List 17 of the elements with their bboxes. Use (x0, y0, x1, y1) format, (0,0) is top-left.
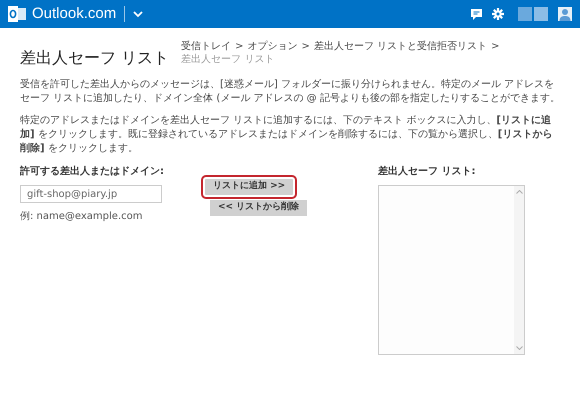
breadcrumb-separator: > (301, 40, 310, 53)
sender-input-field[interactable]: gift-shop@piary.jp (20, 185, 162, 203)
example-text: 例: name@example.com (20, 210, 144, 224)
breadcrumb-link[interactable]: 差出人セーフ リストと受信拒否リスト (314, 40, 488, 53)
description-text: 特定のアドレスまたはドメインを差出人セーフ リストに追加するには、下のテキスト ボックスに入力し、[リストに追加] をクリックします。既に登録されているアドレスまたはドメインを削除するには、下の覧から選択し、[リストから削除] をクリックします。 (20, 114, 554, 156)
list-button[interactable]: << リストから削除 (210, 200, 308, 216)
breadcrumb-link[interactable]: 受信トレイ (181, 40, 232, 53)
description-text: 受信を許可した差出人からのメッセージは、[迷惑メール] フォルダーに振り分けられません。特定のメール アドレスをセーフ リストに追加したり、ドメイン全体 (メール アドレスの @ 記号よりも後の部を指定したりすることができます。 (20, 78, 560, 106)
breadcrumb-separator: > (235, 40, 244, 53)
page-title: 差出人セーフ リスト (20, 50, 170, 66)
list-button[interactable]: リストに追加 >> (205, 179, 294, 195)
field-label: 差出人セーフ リスト: (378, 164, 476, 179)
brand-name[interactable]: Outlook.com (32, 2, 116, 26)
breadcrumb-separator: > (491, 40, 500, 53)
breadcrumb-current: 差出人セーフ リスト (181, 53, 274, 66)
field-label: 許可する差出人またはドメイン: (20, 164, 165, 179)
breadcrumb-link[interactable]: オプション (247, 40, 298, 53)
